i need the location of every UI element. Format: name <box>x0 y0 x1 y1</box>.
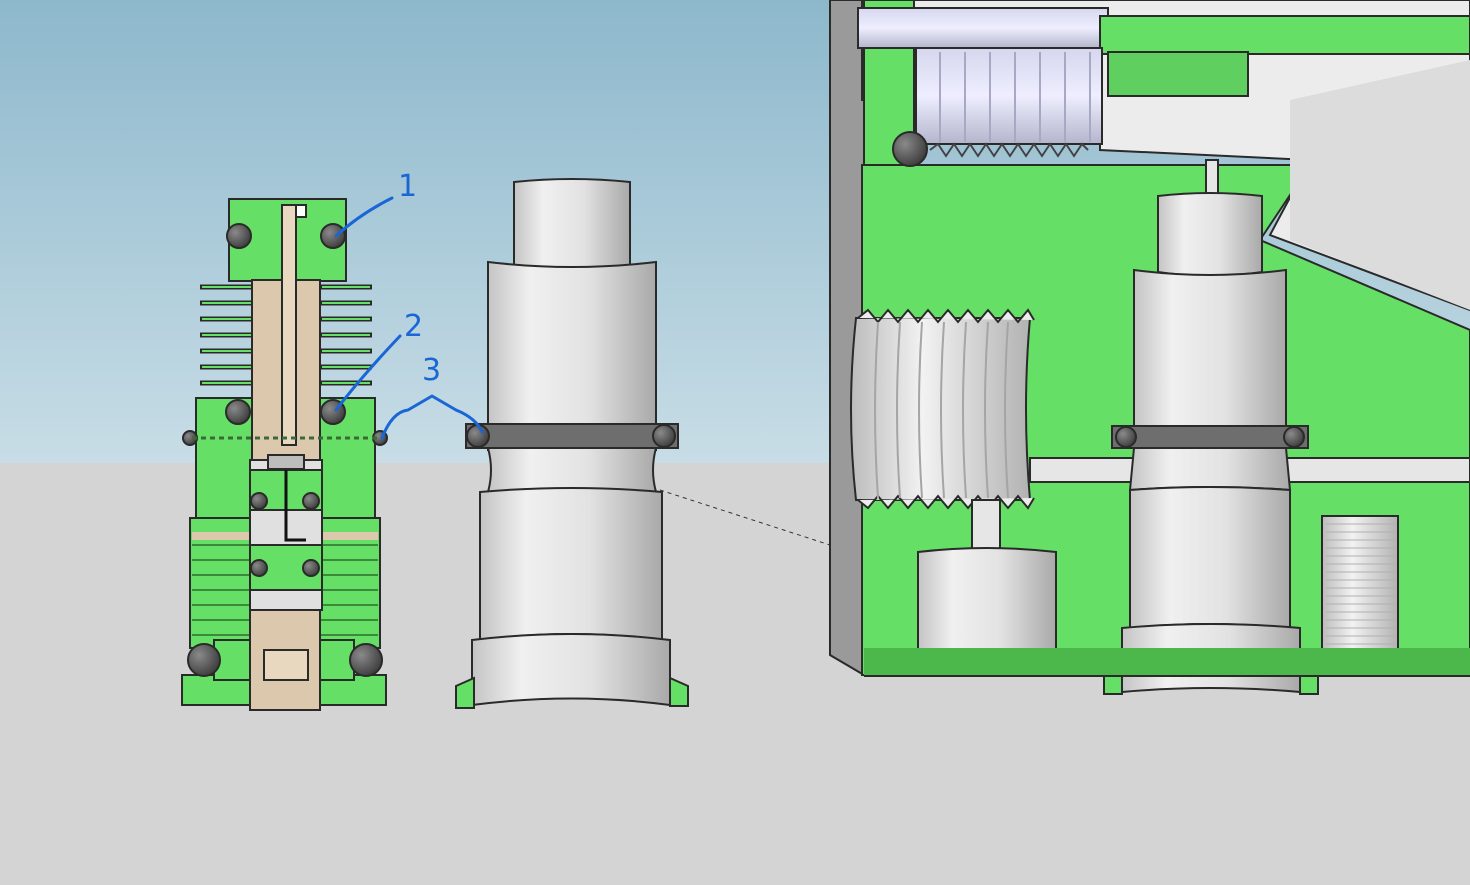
oring-ball-base-right <box>349 643 383 677</box>
cavity-lower <box>1128 447 1292 492</box>
vertical-passage <box>971 499 1001 553</box>
cylinder-top-boss <box>513 178 631 271</box>
cylinder-neck <box>486 447 658 493</box>
cylinder-ring <box>465 423 679 449</box>
bottom-insert <box>263 649 309 681</box>
center-stem <box>281 204 297 446</box>
callout-3-label: 3 <box>422 353 441 388</box>
upper-bellows <box>915 47 1103 145</box>
callout-1-label: 1 <box>398 169 417 204</box>
cavity-ring <box>1111 425 1309 449</box>
top-rod-green-shaft <box>1099 15 1470 55</box>
oring-ball-small-4 <box>302 559 320 577</box>
cylinder-upper <box>487 260 657 451</box>
plunger <box>267 454 305 470</box>
oring-ball-top-left <box>226 223 252 249</box>
top-rod <box>857 7 1109 49</box>
callout-2-label: 2 <box>404 309 423 344</box>
oring-ball-small-3 <box>250 559 268 577</box>
cylinder-ring-ball-right <box>652 424 676 448</box>
cavity-top-boss <box>1157 192 1263 277</box>
cavity-ring-ball-left <box>1115 426 1137 448</box>
cylinder-ring-ball-left <box>466 424 490 448</box>
upper-ball <box>892 131 928 167</box>
housing-bottom-strip <box>864 648 1470 676</box>
oring-ball-small-1 <box>250 492 268 510</box>
center-pin <box>1205 159 1219 197</box>
cylinder-lower <box>479 487 663 642</box>
oring-ball-base-left <box>187 643 221 677</box>
stem-slot <box>295 204 307 218</box>
horizontal-passage <box>1029 457 1139 483</box>
cad-viewport[interactable]: 1 2 3 <box>0 0 1470 885</box>
horizontal-passage-right <box>1285 457 1470 483</box>
cavity-ring-ball-right <box>1283 426 1305 448</box>
oring-ball-small-2 <box>302 492 320 510</box>
cavity-bottom <box>1129 486 1291 630</box>
oring-ball-top-right <box>320 223 346 249</box>
cavity-upper <box>1133 268 1287 451</box>
oring-ball-mid-left <box>225 399 251 425</box>
right-housing-cutaway[interactable] <box>829 0 1470 695</box>
cylinder-base <box>471 633 671 707</box>
top-rod-collar <box>1107 51 1249 97</box>
